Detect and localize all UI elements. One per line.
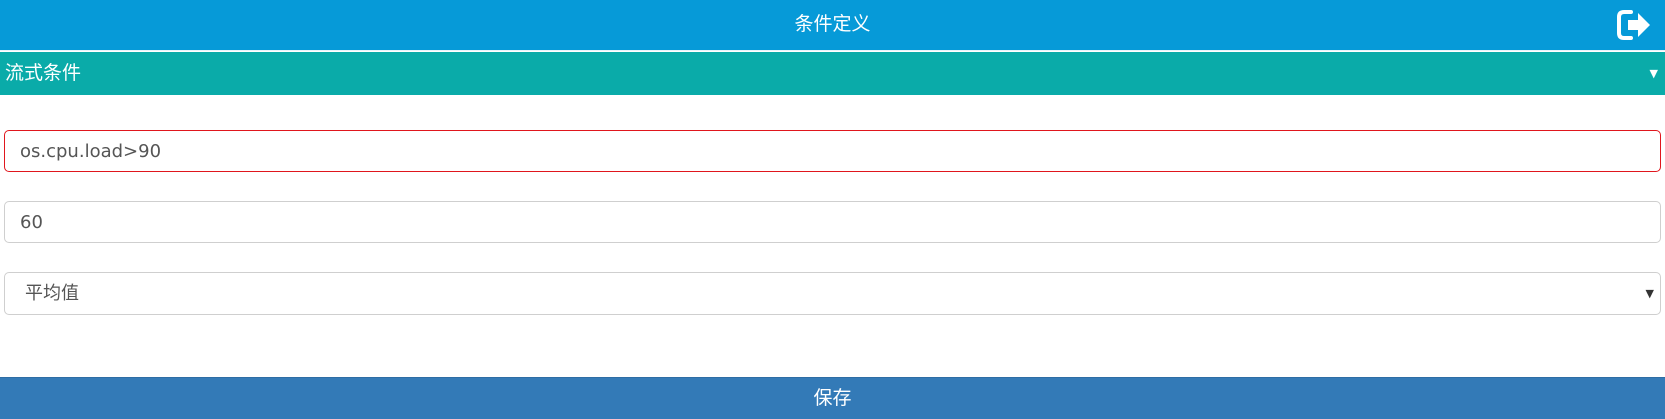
window-input[interactable]	[4, 201, 1661, 243]
page-title: 条件定义	[794, 13, 871, 35]
aggregate-selected-value: 平均值	[25, 283, 79, 304]
expression-input[interactable]	[4, 130, 1661, 172]
section-label: 流式条件	[5, 62, 82, 84]
title-bar: 条件定义	[0, 0, 1665, 51]
aggregate-select[interactable]: 平均值 ▼	[4, 272, 1661, 315]
exit-button[interactable]	[1615, 8, 1653, 42]
section-toggle-stream-conditions[interactable]: 流式条件 ▼	[0, 52, 1665, 95]
chevron-down-icon: ▼	[1649, 67, 1658, 80]
save-button[interactable]: 保存	[0, 377, 1665, 419]
sign-out-icon	[1617, 10, 1650, 40]
dropdown-arrow-icon: ▼	[1645, 287, 1654, 300]
